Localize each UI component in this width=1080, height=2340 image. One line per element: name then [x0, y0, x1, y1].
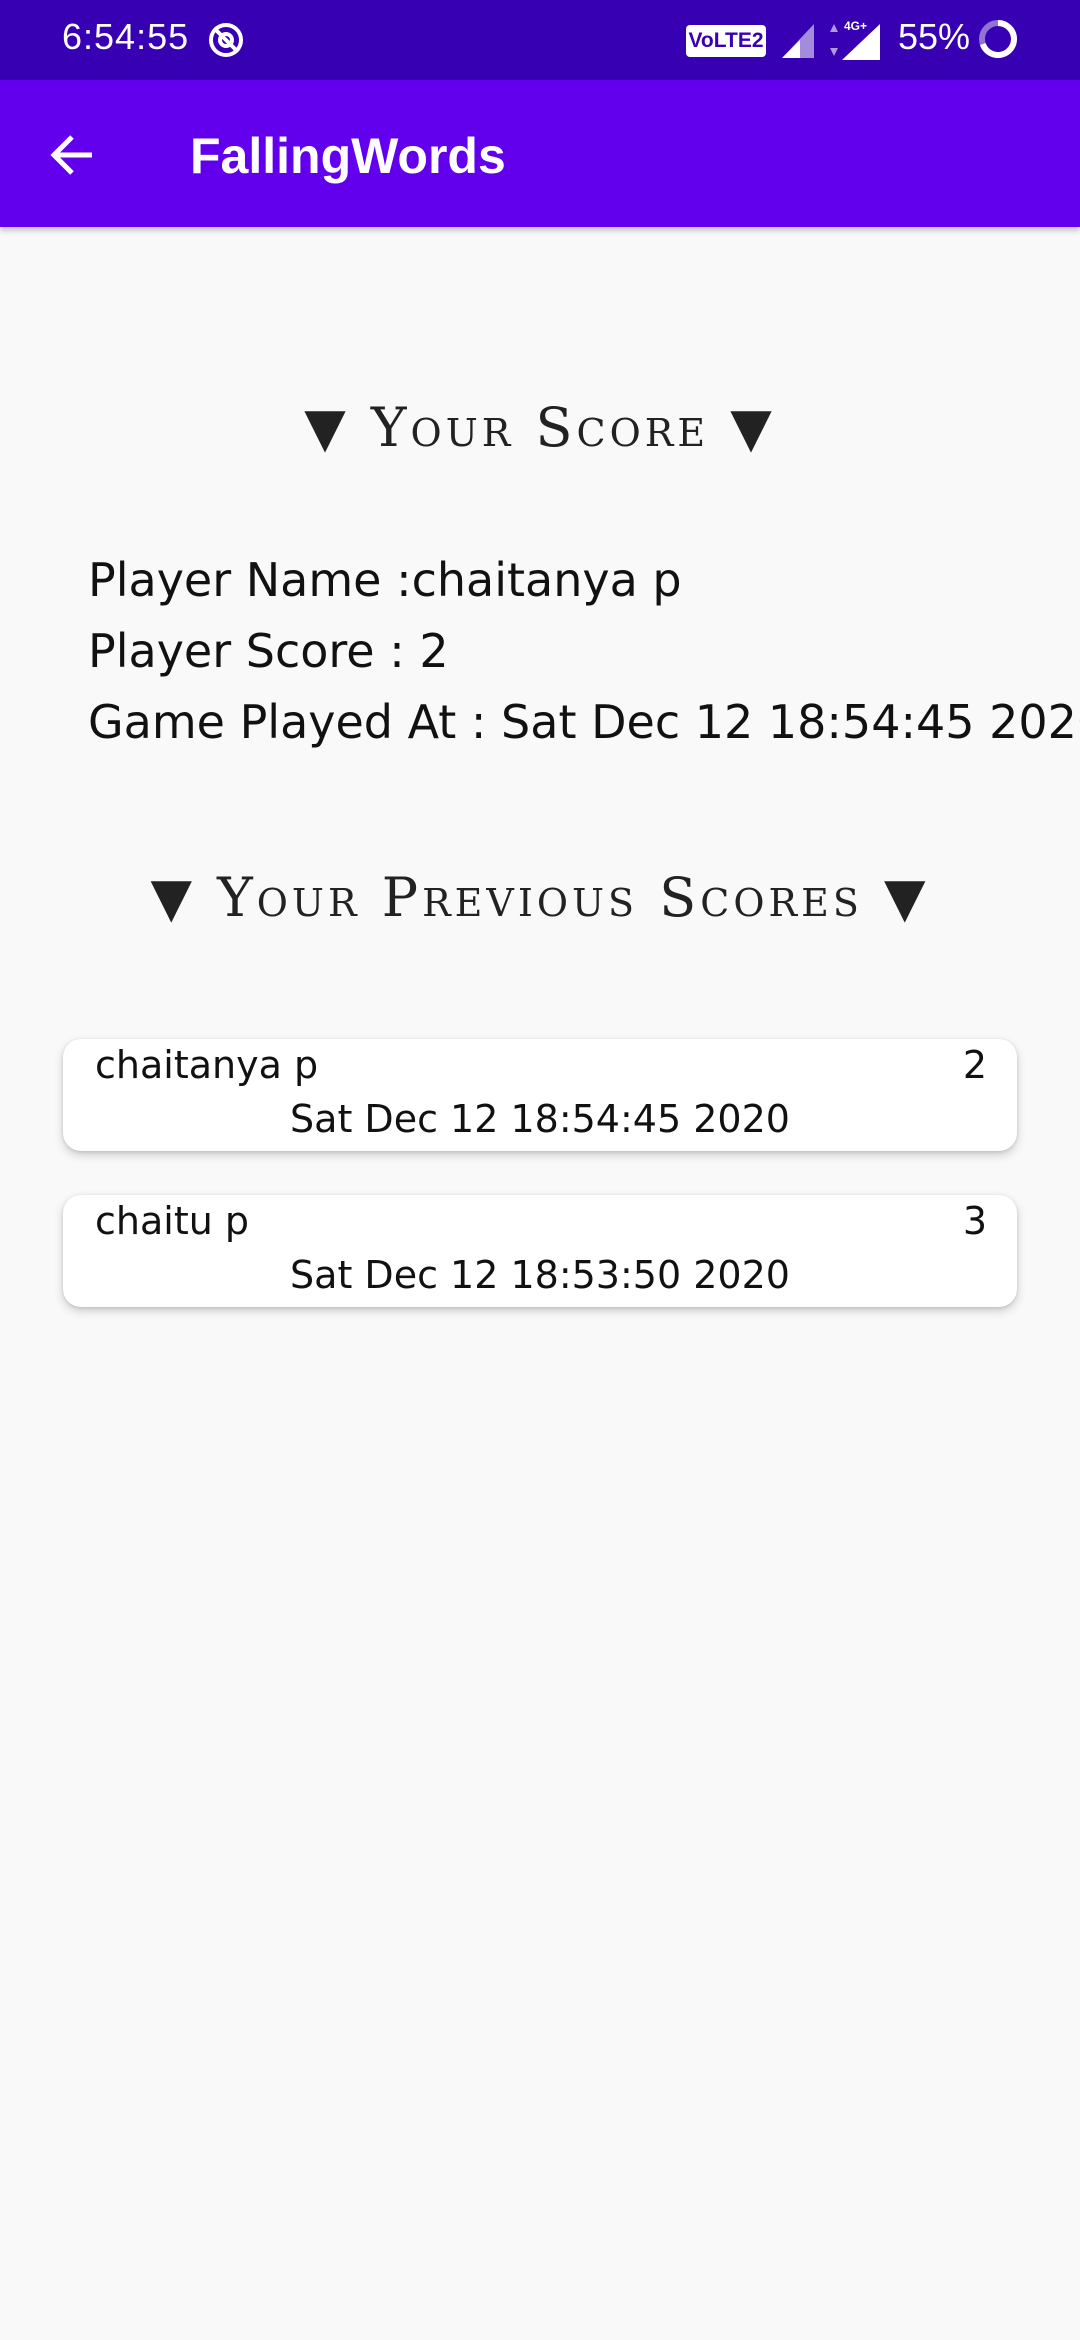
list-item[interactable]: chaitanya p 2 Sat Dec 12 18:54:45 2020: [63, 1039, 1017, 1151]
app-bar: FallingWords: [0, 80, 1080, 227]
player-name-line: Player Name :chaitanya p: [88, 553, 682, 607]
list-item[interactable]: chaitu p 3 Sat Dec 12 18:53:50 2020: [63, 1195, 1017, 1307]
score-value: 3: [962, 1199, 987, 1243]
score-date: Sat Dec 12 18:54:45 2020: [290, 1097, 790, 1141]
battery-percent: 55%: [898, 16, 971, 57]
app-title: FallingWords: [190, 128, 506, 184]
status-bar: 6:54:55 VoLTE2 4G+ 55%: [0, 0, 1080, 80]
played-at-line: Game Played At : Sat Dec 12 18:54:45 202…: [88, 695, 1080, 749]
network-4g-icon: 4G+: [830, 19, 880, 60]
volte-badge: VoLTE2: [686, 25, 766, 57]
your-score-heading: ▼ Your Score ▼: [304, 396, 776, 459]
signal-icon: [782, 24, 814, 58]
back-arrow-icon[interactable]: [46, 128, 100, 182]
score-player-name: chaitu p: [95, 1199, 250, 1243]
current-score-details: Player Name :chaitanya p Player Score : …: [88, 545, 1080, 758]
previous-scores-heading: ▼ Your Previous Scores ▼: [150, 866, 930, 929]
app-notification-icon: [209, 23, 243, 57]
score-player-name: chaitanya p: [95, 1043, 319, 1087]
status-time: 6:54:55: [62, 16, 190, 57]
battery-icon: [979, 20, 1017, 58]
player-score-line: Player Score : 2: [88, 624, 449, 678]
score-date: Sat Dec 12 18:53:50 2020: [290, 1253, 790, 1297]
score-value: 2: [962, 1043, 987, 1087]
svg-text:4G+: 4G+: [844, 19, 867, 33]
